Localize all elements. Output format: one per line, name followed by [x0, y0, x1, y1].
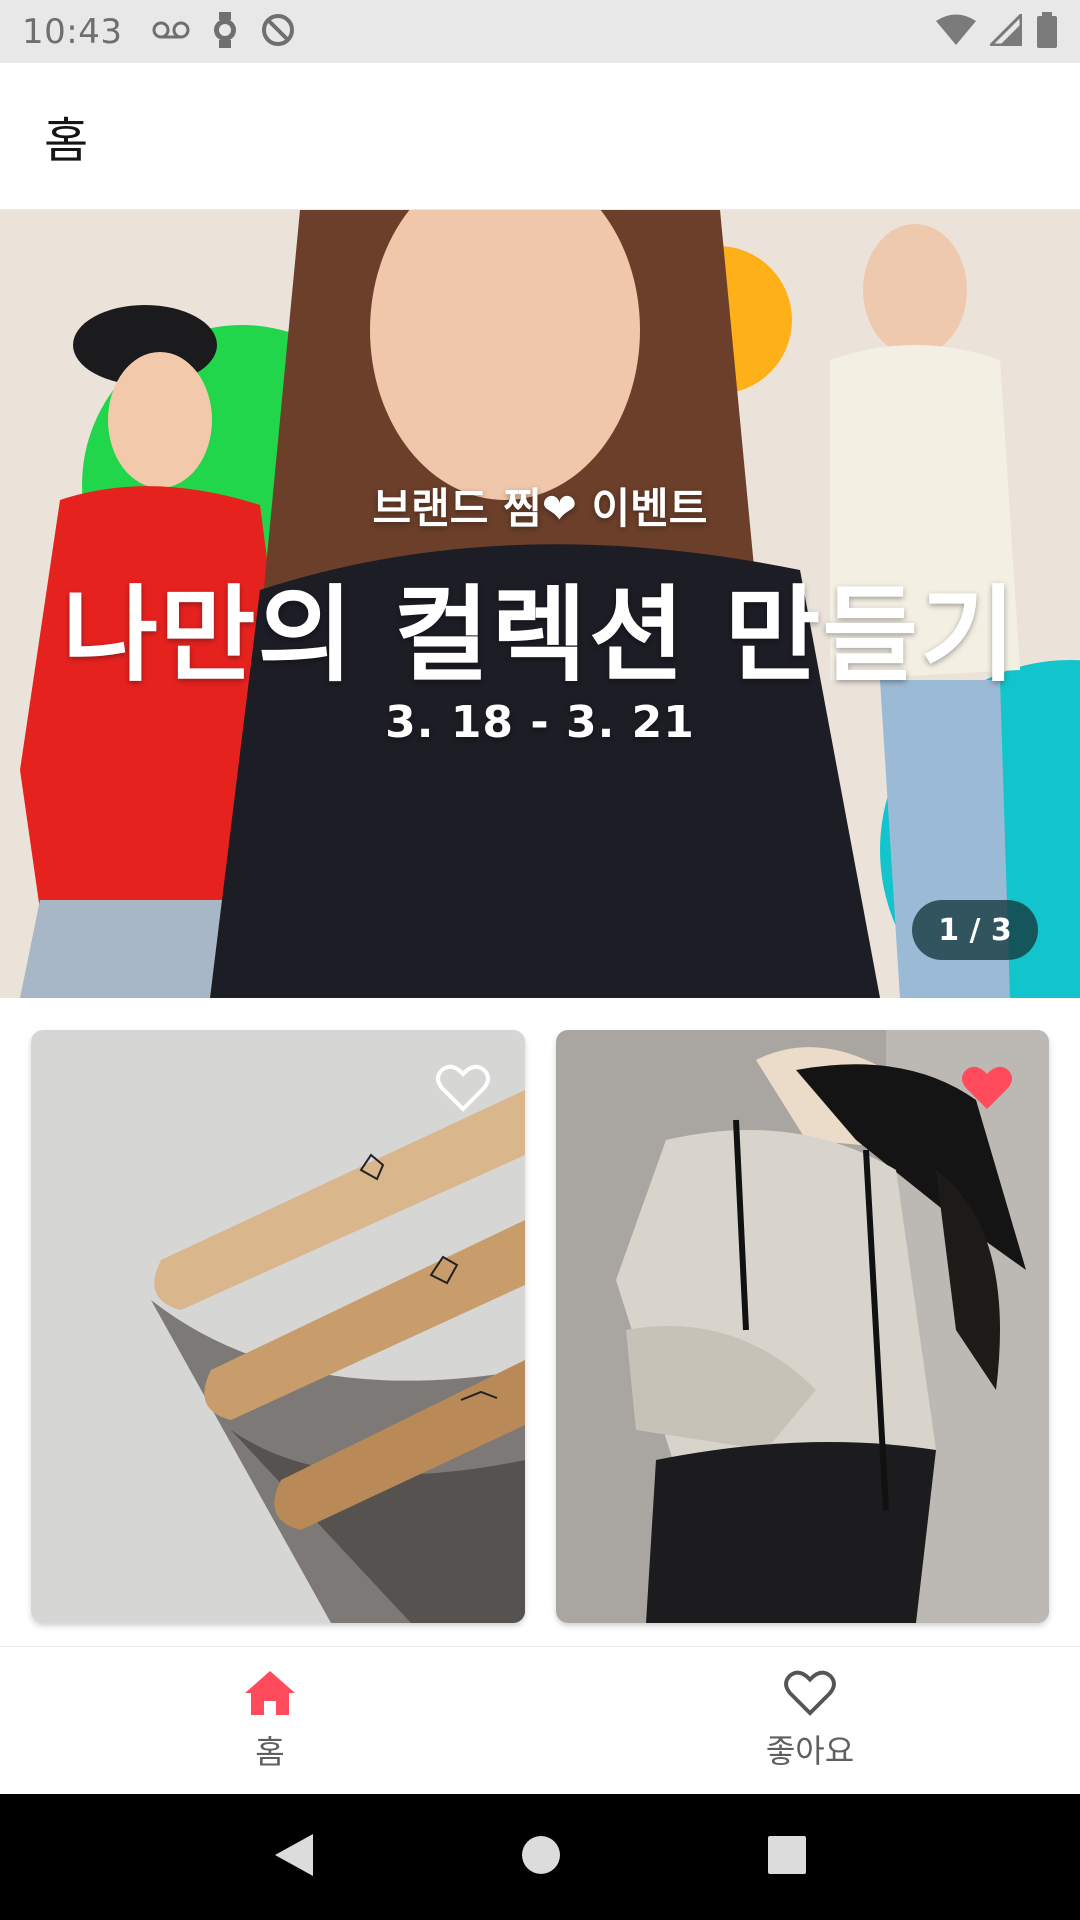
wifi-icon [936, 14, 976, 50]
nav-label: 좋아요 [765, 1731, 855, 1770]
back-icon[interactable] [273, 1832, 315, 1882]
like-button[interactable] [959, 1064, 1015, 1116]
signal-icon [987, 10, 1023, 50]
nav-item-likes[interactable]: 좋아요 [540, 1647, 1080, 1794]
banner-heading: 나만의 컬렉션 만들기 [62, 574, 1018, 696]
system-navigation-bar [0, 1794, 1080, 1920]
battery-icon [1036, 11, 1058, 52]
do-not-disturb-icon [260, 12, 296, 52]
watch-icon [212, 11, 238, 52]
recents-icon[interactable] [767, 1835, 807, 1879]
heart-filled-icon [960, 1064, 1014, 1116]
home-icon [243, 1669, 297, 1721]
product-grid [31, 1030, 1049, 1623]
product-card[interactable] [31, 1030, 525, 1623]
banner-page-indicator: 1 / 3 [912, 900, 1038, 960]
heart-outline-icon [435, 1064, 490, 1116]
heart-outline-icon [784, 1670, 836, 1720]
page-title: 홈 [44, 113, 89, 169]
bottom-navigation: 홈 좋아요 [0, 1646, 1080, 1794]
product-image [555, 1030, 1049, 1623]
banner-dates: 3. 18 - 3. 21 [385, 697, 695, 748]
status-time: 10:43 [22, 11, 123, 52]
product-card[interactable] [555, 1030, 1049, 1623]
home-circle-icon[interactable] [521, 1835, 561, 1879]
banner-subtitle: 브랜드 찜❤ 이벤트 [372, 484, 708, 533]
nav-item-home[interactable]: 홈 [0, 1647, 540, 1794]
status-bar: 10:43 [0, 0, 1080, 63]
voicemail-icon [152, 19, 190, 45]
product-image [31, 1030, 525, 1623]
app-bar: 홈 [0, 63, 1080, 210]
like-button[interactable] [435, 1064, 491, 1116]
promo-banner[interactable]: 브랜드 찜❤ 이벤트 나만의 컬렉션 만들기 3. 18 - 3. 21 1 /… [0, 210, 1080, 998]
nav-label: 홈 [255, 1732, 285, 1771]
